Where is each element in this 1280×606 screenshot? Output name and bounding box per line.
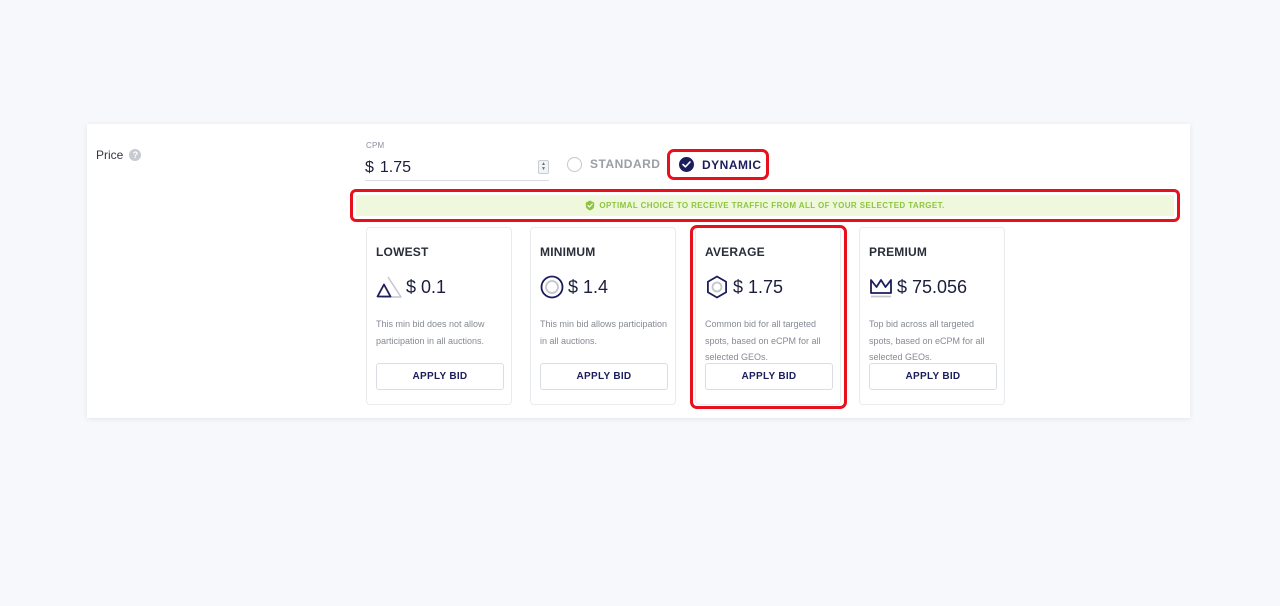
optimal-choice-text: OPTIMAL CHOICE TO RECEIVE TRAFFIC FROM A… — [599, 201, 945, 210]
dynamic-radio-option[interactable]: DYNAMIC — [667, 149, 769, 180]
bid-card-premium: PREMIUM $ 75.056 Top bid across all targ… — [859, 227, 1005, 405]
card-price: $ 75.056 — [869, 274, 967, 300]
radio-checked-icon[interactable] — [679, 157, 694, 172]
circle-icon — [540, 275, 564, 299]
optimal-choice-highlight: OPTIMAL CHOICE TO RECEIVE TRAFFIC FROM A… — [350, 189, 1180, 222]
card-price-value: $ 1.75 — [733, 276, 784, 297]
card-price: $ 1.4 — [540, 274, 608, 300]
triangle-icon — [376, 276, 402, 298]
bid-card-average: AVERAGE $ 1.75 Common bid for all target… — [695, 227, 841, 405]
card-price: $ 1.75 — [705, 274, 783, 300]
card-title: MINIMUM — [540, 245, 596, 259]
optimal-choice-banner: OPTIMAL CHOICE TO RECEIVE TRAFFIC FROM A… — [356, 195, 1174, 216]
card-price-value: $ 1.4 — [568, 276, 609, 297]
card-title: LOWEST — [376, 245, 429, 259]
question-circle-icon[interactable]: ? — [129, 149, 142, 161]
cpm-caption: CPM — [366, 141, 385, 150]
cpm-stepper[interactable]: ▲ ▼ — [538, 160, 549, 174]
card-description: This min bid allows participation in all… — [540, 319, 668, 346]
apply-bid-button-premium[interactable]: APPLY BID — [869, 363, 997, 390]
check-shield-icon — [586, 200, 595, 211]
hexagon-icon — [707, 275, 727, 299]
card-description: Common bid for all targeted spots, based… — [705, 319, 821, 362]
card-price-value: $ 75.056 — [897, 276, 968, 297]
card-price: $ 0.1 — [376, 274, 446, 300]
standard-radio-label[interactable]: STANDARD — [590, 157, 660, 171]
crown-icon — [870, 279, 892, 298]
cpm-currency: $ — [365, 158, 374, 176]
card-title: AVERAGE — [705, 245, 765, 259]
apply-bid-button-lowest[interactable]: APPLY BID — [376, 363, 504, 390]
standard-radio-option[interactable]: STANDARD — [567, 155, 660, 173]
card-price-value: $ 0.1 — [406, 276, 447, 297]
price-label-text: Price — [96, 148, 124, 162]
price-settings-panel: Price ? CPM $ 1.75 ▲ ▼ STANDARD DYNAMIC — [87, 124, 1190, 418]
cpm-input-group: CPM $ 1.75 ▲ ▼ — [365, 141, 549, 181]
card-title: PREMIUM — [869, 245, 928, 259]
cpm-input[interactable]: $ 1.75 ▲ ▼ — [365, 155, 549, 181]
cpm-value[interactable]: 1.75 — [380, 159, 411, 177]
price-label: Price ? — [96, 148, 142, 162]
bid-card-lowest: LOWEST $ 0.1 This min bid does not allow… — [366, 227, 512, 405]
dynamic-radio-label[interactable]: DYNAMIC — [702, 158, 762, 172]
radio-unchecked-icon[interactable] — [567, 156, 582, 172]
apply-bid-button-average[interactable]: APPLY BID — [705, 363, 833, 390]
check-icon — [682, 161, 691, 168]
card-description: This min bid does not allow participatio… — [376, 319, 485, 346]
apply-bid-button-minimum[interactable]: APPLY BID — [540, 363, 668, 390]
stepper-down-icon[interactable]: ▼ — [541, 167, 546, 172]
bid-card-minimum: MINIMUM $ 1.4 This min bid allows partic… — [530, 227, 676, 405]
card-description: Top bid across all targeted spots, based… — [869, 319, 985, 362]
